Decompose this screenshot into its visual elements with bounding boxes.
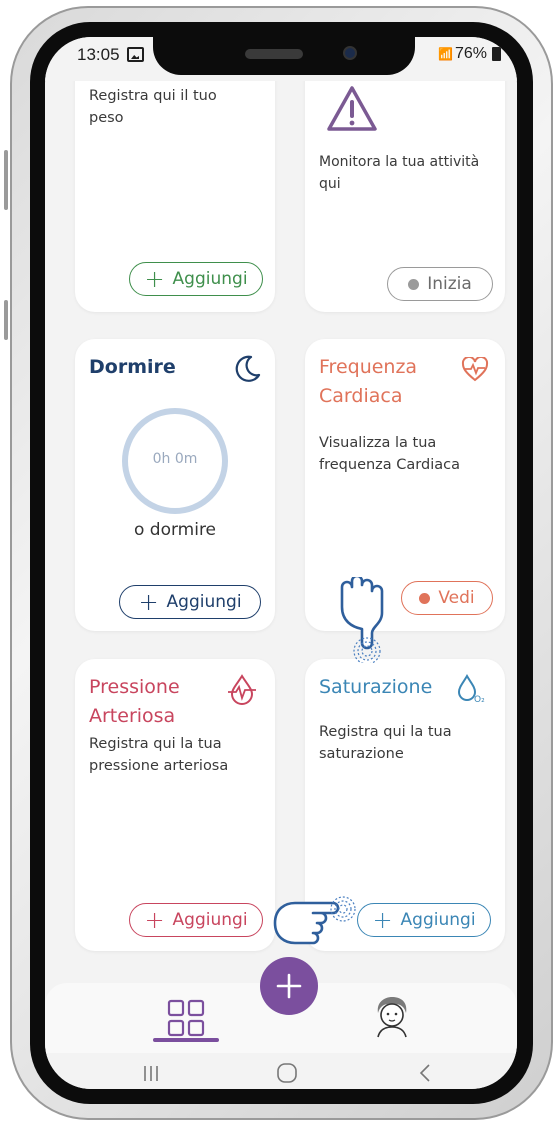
pressure-title-line2: Arteriosa	[89, 705, 176, 727]
saturation-add-button[interactable]: + Aggiungi	[357, 903, 491, 937]
activity-card[interactable]: Monitora la tua attività qui Inizia	[305, 47, 505, 312]
saturation-title: Saturazione	[319, 676, 433, 698]
add-icon	[276, 973, 302, 999]
active-tab-indicator	[153, 1038, 219, 1042]
moon-icon	[235, 355, 261, 382]
pressure-add-label: Aggiungi	[172, 910, 248, 930]
blood-drop-icon	[228, 674, 256, 705]
profile-avatar-icon[interactable]	[372, 995, 412, 1039]
swipe-hand-icon	[273, 896, 356, 945]
activity-start-label: Inizia	[427, 274, 472, 294]
heart-title-line1: Frequenza	[319, 356, 418, 378]
gallery-icon	[127, 47, 144, 62]
saturation-add-label: Aggiungi	[400, 910, 476, 930]
plus-icon: +	[144, 265, 165, 293]
oxygen-drop-icon: O₂	[457, 673, 485, 705]
pressure-description: Registra qui la tua pressione arteriosa	[89, 736, 229, 774]
sleep-card[interactable]: Dormire 0h 0m o dormire + Aggiungi	[75, 339, 275, 631]
plus-icon: +	[138, 588, 159, 616]
back-icon[interactable]	[415, 1063, 435, 1083]
screen: Registra qui il tuo peso + Aggiungi Moni…	[45, 37, 517, 1089]
heart-view-button[interactable]: Vedi	[401, 581, 493, 615]
camera-icon	[343, 46, 357, 60]
recent-apps-icon[interactable]	[141, 1063, 161, 1083]
heart-view-label: Vedi	[438, 588, 475, 608]
heart-description: Visualizza la tua frequenza Cardiaca	[319, 435, 460, 473]
plus-icon: +	[372, 906, 393, 934]
sleep-add-label: Aggiungi	[166, 592, 242, 612]
activity-start-button[interactable]: Inizia	[387, 267, 493, 301]
activity-description: Monitora la tua attività qui	[319, 154, 480, 192]
tap-hand-icon	[340, 577, 384, 663]
speaker-icon	[245, 49, 303, 59]
battery-percent: 76%	[454, 45, 487, 62]
add-fab-button[interactable]	[260, 957, 318, 1015]
sleep-title: Dormire	[89, 356, 176, 378]
saturation-description: Registra qui la tua saturazione	[319, 724, 452, 762]
weight-description: Registra qui il tuo peso	[89, 88, 217, 126]
heart-title-line2: Cardiaca	[319, 385, 403, 407]
dashboard-icon[interactable]	[167, 999, 205, 1037]
pressure-title-line1: Pressione	[89, 676, 180, 698]
orange-dot-icon	[419, 592, 431, 604]
svg-text:O₂: O₂	[474, 695, 485, 705]
pressure-add-button[interactable]: + Aggiungi	[129, 903, 263, 937]
sleep-add-button[interactable]: + Aggiungi	[119, 585, 261, 619]
weight-add-label: Aggiungi	[172, 269, 248, 289]
status-time: 13:05	[77, 45, 120, 64]
warning-icon	[327, 86, 377, 131]
weight-card[interactable]: Registra qui il tuo peso + Aggiungi	[75, 47, 275, 312]
battery-icon	[492, 47, 501, 61]
gray-dot-icon	[408, 278, 420, 290]
system-navigation-bar	[45, 1053, 517, 1089]
sleep-ring-text: 0h 0m	[152, 451, 198, 467]
heart-pulse-icon	[461, 357, 489, 382]
power-button	[4, 300, 8, 340]
camera-notch	[153, 37, 415, 75]
sleep-subtitle: o dormire	[133, 520, 217, 540]
blood-pressure-card[interactable]: Pressione Arteriosa Registra qui la tua …	[75, 659, 275, 951]
volume-button	[4, 150, 8, 210]
plus-icon: +	[144, 906, 165, 934]
home-icon[interactable]	[275, 1061, 299, 1085]
status-indicators: 📶 76%	[438, 45, 501, 63]
weight-add-button[interactable]: + Aggiungi	[129, 262, 263, 296]
signal-icon: 📶	[438, 47, 453, 61]
